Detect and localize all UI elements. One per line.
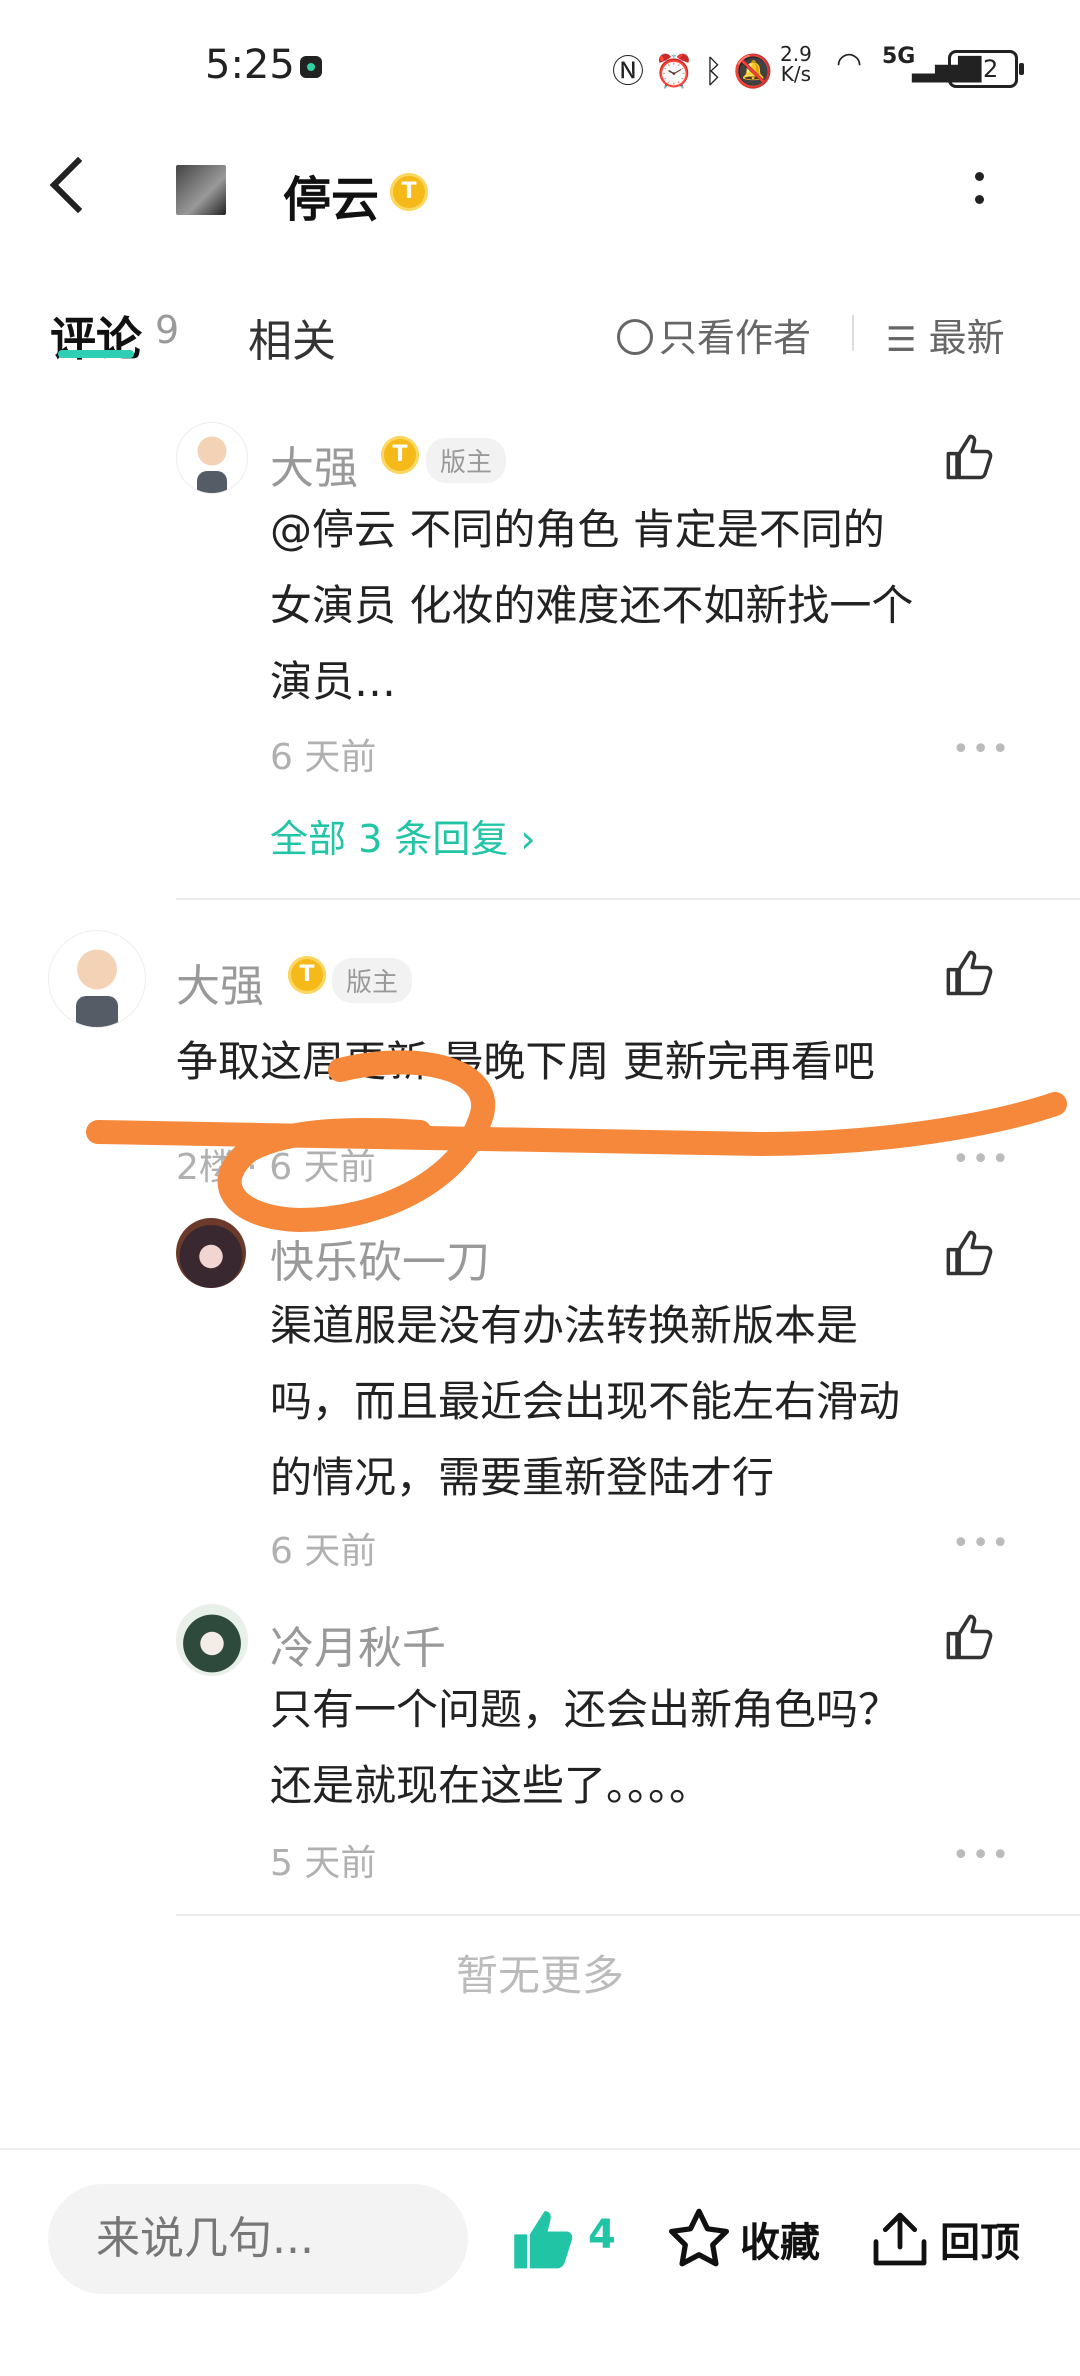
comment-username[interactable]: 冷月秋千 <box>270 1612 446 1676</box>
favorite-button[interactable]: 收藏 <box>740 2210 820 2268</box>
battery-indicator: 92 <box>948 50 1024 88</box>
no-more-text: 暂无更多 <box>455 1951 624 2000</box>
level-badge: T <box>288 956 326 994</box>
moderator-badge: 版主 <box>332 958 413 1003</box>
comment-username[interactable]: 大强 <box>270 432 358 496</box>
status-time: 5:25 <box>205 42 295 88</box>
sort-toggle[interactable]: ☰ 最新 <box>886 307 1005 362</box>
page-title: 停云 <box>283 172 380 228</box>
more-options-icon[interactable] <box>975 172 985 216</box>
avatar[interactable] <box>176 1604 248 1676</box>
comments-count: 9 <box>155 308 180 352</box>
avatar[interactable] <box>176 422 248 494</box>
nfc-icon: Ⓝ <box>612 52 655 90</box>
tab-underline <box>58 350 134 358</box>
like-count: 4 <box>588 2212 616 2258</box>
comment-username[interactable]: 快乐砍一刀 <box>270 1226 490 1290</box>
view-replies-link[interactable]: 全部 3 条回复 › <box>270 808 536 863</box>
sort-icon: ☰ <box>886 320 917 360</box>
author-only-toggle[interactable]: 只看作者 <box>617 307 811 362</box>
comment-input[interactable]: 来说几句... <box>48 2184 468 2294</box>
comment-time: 5 天前 <box>270 1843 377 1884</box>
avatar[interactable] <box>48 930 146 1028</box>
like-icon[interactable] <box>944 1612 996 1664</box>
comment-text: 争取这周更新 最晚下周 更新完再看吧 <box>176 1037 875 1086</box>
avatar[interactable] <box>176 1218 246 1288</box>
alarm-icon: ⏰ <box>654 52 704 90</box>
comment-floor-time: 2楼 · 6 天前 <box>176 1147 376 1188</box>
moderator-badge: 版主 <box>426 438 507 483</box>
comment-text: 只有一个问题，还会出新角色吗？ 还是就现在这些了。。。。 <box>270 1685 901 1810</box>
author-avatar[interactable] <box>176 165 226 215</box>
divider <box>176 1914 1080 1916</box>
screen-record-icon <box>300 56 322 78</box>
network-type: 5G <box>882 44 916 69</box>
comment-text: 渠道服是没有办法转换新版本是 吗，而且最近会出现不能左右滑动 的情况，需要重新登… <box>270 1301 901 1502</box>
net-speed: 2.9 K/s <box>780 42 812 86</box>
level-badge: T <box>381 436 419 474</box>
status-bar: 5:25 Ⓝ⏰ᛒ🔕 2.9 K/s ◠ 5G ▂▄▆ 92 <box>0 0 1080 120</box>
like-icon[interactable] <box>510 2206 578 2274</box>
more-icon[interactable]: ••• <box>952 1142 1011 1177</box>
radio-icon <box>617 319 653 355</box>
more-icon[interactable]: ••• <box>952 1526 1011 1561</box>
wifi-icon: ◠ <box>836 46 863 81</box>
more-icon[interactable]: ••• <box>952 732 1011 767</box>
back-icon[interactable] <box>49 156 107 214</box>
divider <box>852 315 854 351</box>
back-to-top-icon[interactable] <box>868 2204 932 2274</box>
comment-text: @停云 不同的角色 肯定是不同的 女演员 化妆的难度还不如新找一个 演员… <box>270 505 914 706</box>
more-icon[interactable]: ••• <box>952 1838 1011 1873</box>
status-icons: Ⓝ⏰ᛒ🔕 <box>612 46 783 92</box>
comment-username[interactable]: 大强 <box>176 950 264 1014</box>
tab-comments[interactable]: 评论 <box>50 303 142 369</box>
like-icon[interactable] <box>944 1228 996 1280</box>
divider <box>0 2148 1080 2150</box>
like-icon[interactable] <box>944 948 996 1000</box>
back-to-top-button[interactable]: 回顶 <box>940 2210 1020 2268</box>
comment-time: 6 天前 <box>270 1531 377 1572</box>
comment-time: 6 天前 <box>270 737 377 778</box>
mute-icon: 🔕 <box>733 52 783 90</box>
divider <box>176 898 1080 900</box>
bluetooth-icon: ᛒ <box>703 52 734 90</box>
tab-related[interactable]: 相关 <box>248 305 336 369</box>
like-icon[interactable] <box>944 432 996 484</box>
level-badge: T <box>390 173 428 211</box>
favorite-icon[interactable] <box>664 2204 734 2274</box>
